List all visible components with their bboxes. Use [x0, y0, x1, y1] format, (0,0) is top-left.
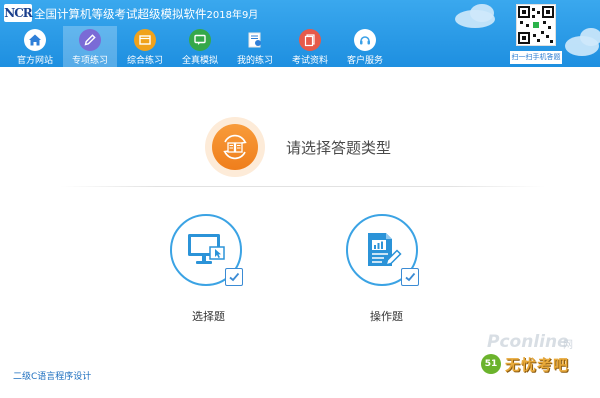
nav-label: 专项练习 — [71, 56, 108, 66]
cloud-decoration — [580, 28, 600, 46]
check-icon — [225, 268, 243, 286]
home-icon — [24, 29, 46, 51]
nav-item-comprehensive-practice[interactable]: 综合练习 — [118, 26, 172, 67]
app-logo: NCR — [4, 4, 33, 22]
nav-item-official-site[interactable]: 官方网站 — [8, 26, 62, 67]
nav-label: 官方网站 — [16, 56, 53, 66]
pencil-icon — [79, 29, 101, 51]
subject-label: 二级C语言程序设计 — [13, 372, 92, 382]
nav-item-special-practice[interactable]: 专项练习 — [63, 26, 117, 67]
qr-code-image — [516, 4, 556, 46]
app-version: 2018年9月 — [206, 10, 259, 21]
watermark-net: 网 — [563, 340, 573, 351]
nav-item-my-practice[interactable]: 我的练习 — [228, 26, 282, 67]
nav-item-full-simulation[interactable]: 全真模拟 — [173, 26, 227, 67]
monitor-cursor-icon — [188, 234, 225, 264]
main-content: 请选择答题类型 选择题 操作题 二级C语言程序设计 Pconline 网 51 … — [0, 67, 600, 398]
window-icon — [134, 29, 156, 51]
watermark-brand: Pconline — [487, 332, 569, 352]
headset-icon — [354, 29, 376, 51]
nav-label: 客户服务 — [346, 56, 383, 66]
qr-code-panel[interactable]: 扫一扫手机答题 — [510, 4, 562, 64]
nav-label: 我的练习 — [236, 56, 273, 66]
app-title-text: 全国计算机等级考试超级模拟软件 — [34, 7, 207, 21]
nav-label: 考试资料 — [291, 56, 328, 66]
qr-caption: 扫一扫手机答题 — [510, 51, 562, 64]
watermark: Pconline 网 51 无忧考吧 — [477, 332, 597, 387]
nav-item-exam-materials[interactable]: 考试资料 — [283, 26, 337, 67]
watermark-badge-icon: 51 — [481, 354, 501, 374]
cloud-decoration — [470, 4, 494, 22]
nav-item-customer-service[interactable]: 客户服务 — [338, 26, 392, 67]
title-bar: NCR 全国计算机等级考试超级模拟软件2018年9月 官方网站 专项练习 综合练… — [0, 0, 600, 67]
book-refresh-icon — [205, 117, 265, 177]
chat-screen-icon — [189, 29, 211, 51]
divider — [60, 186, 545, 187]
choice-label-multiple-choice: 选择题 — [192, 310, 225, 323]
files-icon — [299, 29, 321, 51]
document-person-icon — [244, 29, 266, 51]
main-nav: 官方网站 专项练习 综合练习 全真模拟 我的练习 考试资料 客户服务 — [8, 26, 393, 67]
prompt-heading: 请选择答题类型 — [286, 139, 392, 157]
choice-label-operation: 操作题 — [370, 310, 403, 323]
nav-label: 全真模拟 — [181, 56, 218, 66]
document-chart-icon — [368, 233, 402, 267]
watermark-sub: 无忧考吧 — [505, 356, 570, 374]
check-icon — [401, 268, 419, 286]
app-title: 全国计算机等级考试超级模拟软件2018年9月 — [34, 6, 258, 22]
nav-label: 综合练习 — [126, 56, 163, 66]
choice-operation-button[interactable] — [346, 214, 419, 286]
choice-multiple-choice-button[interactable] — [170, 214, 243, 286]
book-refresh-icon-inner — [212, 124, 258, 170]
